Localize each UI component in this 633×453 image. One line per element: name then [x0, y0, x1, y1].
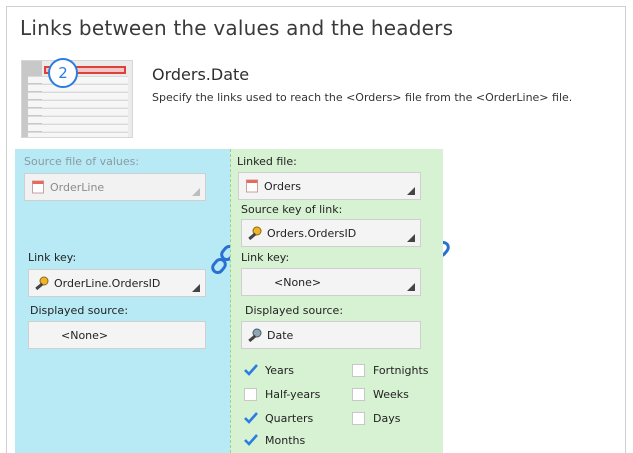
checkbox-months[interactable]: Months [244, 434, 305, 447]
left-displayed-source-value: <None> [61, 328, 109, 342]
dropdown-arrow-icon [407, 234, 415, 242]
checkbox-weeks[interactable]: Weeks [352, 388, 409, 401]
right-displayed-source-label: Displayed source: [245, 304, 344, 317]
checkbox-weeks-label: Weeks [373, 388, 409, 401]
checkmark-icon [244, 434, 258, 446]
checkbox-fortnights[interactable]: Fortnights [352, 364, 429, 377]
checkbox-quarters[interactable]: Quarters [244, 412, 313, 425]
right-displayed-source-field[interactable]: Date [241, 321, 421, 349]
checkmark-icon [244, 364, 258, 376]
linked-file-combo[interactable]: Orders [238, 172, 421, 200]
left-link-key-label: Link key: [28, 251, 77, 264]
section-subtitle: Orders.Date [152, 65, 250, 84]
checkbox-days-label: Days [373, 412, 401, 425]
checkbox-years[interactable]: Years [244, 364, 294, 377]
file-icon [32, 180, 44, 194]
source-file-combo: OrderLine [24, 173, 206, 201]
checkbox-fortnights-label: Fortnights [373, 364, 429, 377]
key-icon [248, 328, 262, 342]
section-description: Specify the links used to reach the <Ord… [152, 91, 573, 104]
dropdown-arrow-icon [407, 187, 415, 195]
source-file-value: OrderLine [50, 180, 105, 194]
right-displayed-source-value: Date [267, 328, 294, 342]
left-displayed-source-label: Displayed source: [30, 304, 129, 317]
checkbox-days[interactable]: Days [352, 412, 400, 425]
dropdown-arrow-icon [407, 283, 415, 291]
checkbox-half-years[interactable]: Half-years [244, 388, 320, 401]
page-title: Links between the values and the headers [20, 16, 454, 40]
right-link-key-label: Link key: [241, 251, 290, 264]
source-key-label: Source key of link: [241, 203, 343, 216]
left-link-key-value: OrderLine.OrdersID [54, 276, 161, 290]
source-file-label: Source file of values: [24, 155, 140, 168]
source-key-value: Orders.OrdersID [267, 226, 357, 240]
dropdown-arrow-icon [192, 188, 200, 196]
key-icon [248, 226, 262, 240]
right-link-key-combo[interactable]: <None> [241, 268, 421, 296]
checkbox-years-label: Years [265, 364, 295, 377]
key-icon [35, 276, 49, 290]
source-key-combo[interactable]: Orders.OrdersID [241, 219, 421, 247]
linked-file-value: Orders [264, 179, 301, 193]
file-icon [246, 179, 258, 193]
right-link-key-value: <None> [274, 275, 322, 289]
left-link-key-combo[interactable]: OrderLine.OrdersID [28, 269, 206, 297]
step-badge: 2 [48, 58, 78, 88]
checkbox-quarters-label: Quarters [265, 412, 314, 425]
checkbox-months-label: Months [265, 434, 306, 447]
dropdown-arrow-icon [192, 284, 200, 292]
checkmark-icon [244, 412, 258, 424]
left-displayed-source-field: <None> [28, 321, 206, 349]
checkbox-half-years-label: Half-years [265, 388, 321, 401]
linked-file-label: Linked file: [237, 155, 297, 168]
